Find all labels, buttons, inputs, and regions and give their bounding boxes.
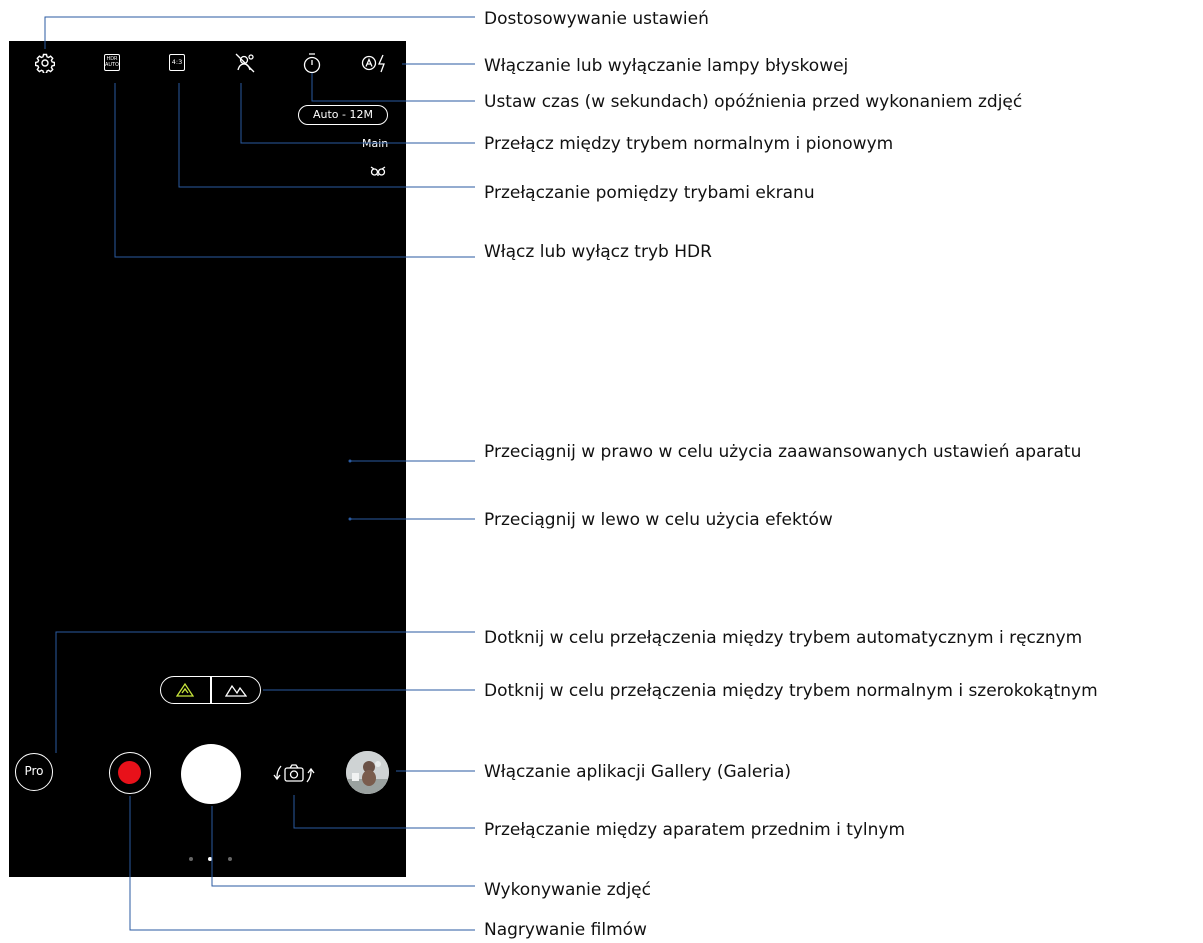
callout-shutter: Wykonywanie zdjęć <box>484 880 651 900</box>
callout-settings: Dostosowywanie ustawień <box>484 9 709 29</box>
callout-gallery: Włączanie aplikacji Gallery (Galeria) <box>484 762 792 782</box>
callout-hdr: Włącz lub wyłącz tryb HDR <box>484 242 712 262</box>
callout-swipe-left: Przeciągnij w lewo w celu użycia efektów <box>484 510 833 530</box>
callout-lens-mode: Dotknij w celu przełączenia między trybe… <box>484 681 1098 701</box>
callout-aspect: Przełączanie pomiędzy trybami ekranu <box>484 183 815 203</box>
callout-swipe-right: Przeciągnij w prawo w celu użycia zaawan… <box>484 442 1082 462</box>
callout-portrait: Przełącz między trybem normalnym i piono… <box>484 134 894 154</box>
callout-pro-mode: Dotknij w celu przełączenia między trybe… <box>484 628 1083 648</box>
callout-switch-camera: Przełączanie między aparatem przednim i … <box>484 820 906 840</box>
callout-timer: Ustaw czas (w sekundach) opóźnienia prze… <box>484 92 1023 112</box>
callout-record: Nagrywanie filmów <box>484 920 647 940</box>
callout-flash: Włączanie lub wyłączanie lampy błyskowej <box>484 56 849 76</box>
